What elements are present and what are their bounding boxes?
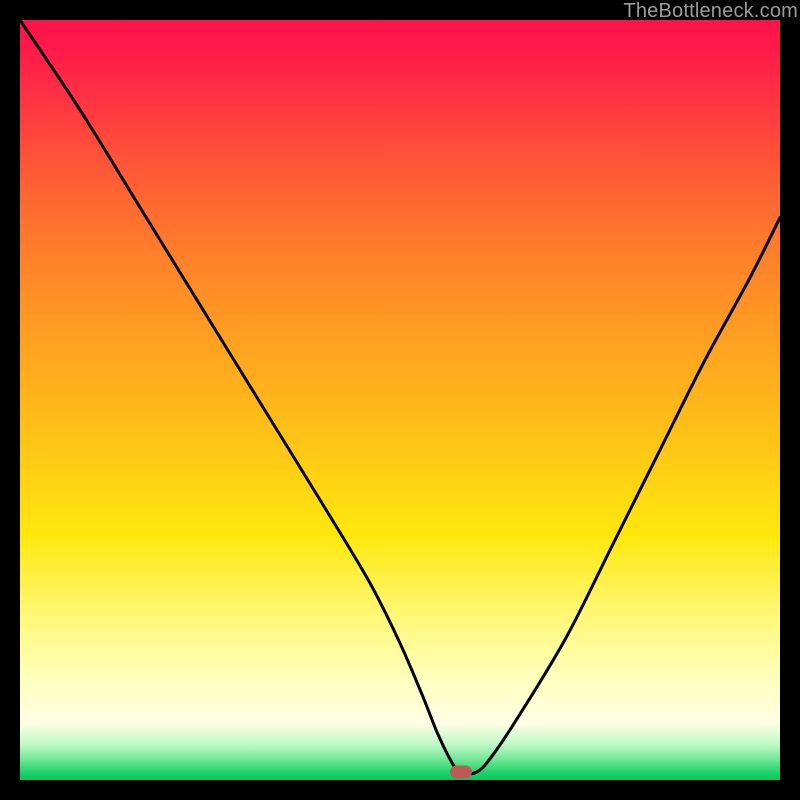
min-marker	[450, 766, 472, 779]
chart-frame: TheBottleneck.com	[0, 0, 800, 800]
curve-svg	[20, 20, 780, 780]
bottleneck-curve	[20, 20, 780, 774]
plot-area	[20, 20, 780, 780]
watermark-text: TheBottleneck.com	[623, 0, 798, 23]
